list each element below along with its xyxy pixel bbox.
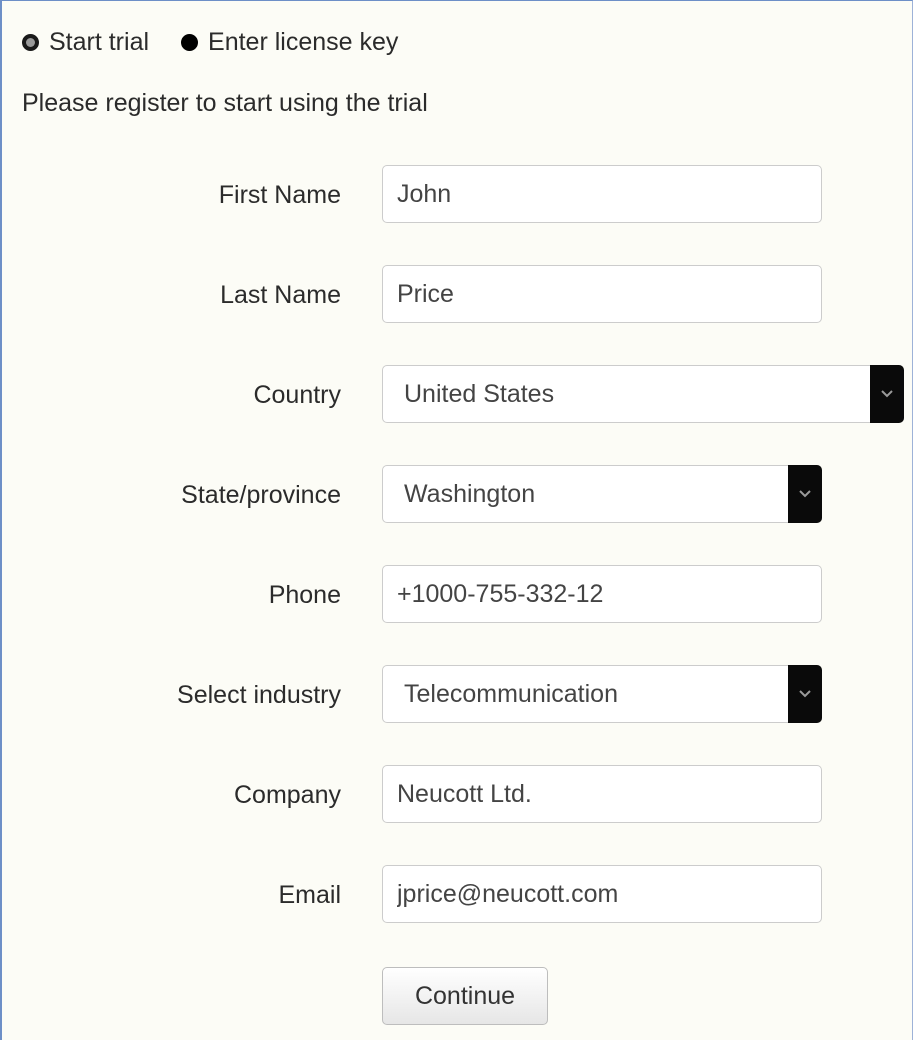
first-name-row: First Name <box>2 165 915 225</box>
email-row: Email <box>2 865 915 925</box>
phone-row: Phone <box>2 565 915 625</box>
enter-license-key-option[interactable]: Enter license key <box>181 28 398 57</box>
mode-radio-group: Start trial Enter license key <box>22 25 430 59</box>
state-select[interactable]: Washington <box>382 465 822 523</box>
industry-select[interactable]: Telecommunication <box>382 665 822 723</box>
last-name-input[interactable] <box>382 265 822 323</box>
company-row: Company <box>2 765 915 825</box>
company-label: Company <box>234 781 341 809</box>
start-trial-label: Start trial <box>49 27 150 56</box>
industry-row: Select industry Telecommunication <box>2 665 915 725</box>
phone-label: Phone <box>268 581 341 609</box>
chevron-down-icon[interactable] <box>788 665 822 723</box>
country-row: Country United States <box>2 365 915 425</box>
phone-input[interactable] <box>382 565 822 623</box>
country-label: Country <box>253 381 341 409</box>
enter-license-key-radio[interactable] <box>181 33 199 51</box>
chevron-down-icon[interactable] <box>870 365 904 423</box>
state-label: State/province <box>181 481 341 509</box>
country-select-value: United States <box>404 380 555 408</box>
last-name-label: Last Name <box>220 281 341 309</box>
state-select-value: Washington <box>404 480 536 508</box>
start-trial-option[interactable]: Start trial <box>22 28 149 57</box>
industry-select-value: Telecommunication <box>404 680 618 708</box>
continue-button[interactable]: Continue <box>382 967 548 1025</box>
register-intro-text: Please register to start using the trial <box>22 89 428 117</box>
email-input[interactable] <box>382 865 822 923</box>
chevron-down-icon[interactable] <box>788 465 822 523</box>
country-select[interactable]: United States <box>382 365 904 423</box>
registration-panel: Start trial Enter license key Please reg… <box>0 0 913 1040</box>
industry-label: Select industry <box>177 681 341 709</box>
first-name-input[interactable] <box>382 165 822 223</box>
email-label: Email <box>278 881 341 909</box>
start-trial-radio[interactable] <box>22 33 39 51</box>
state-row: State/province Washington <box>2 465 915 525</box>
last-name-row: Last Name <box>2 265 915 325</box>
first-name-label: First Name <box>218 181 341 209</box>
enter-license-key-label: Enter license key <box>208 27 399 56</box>
company-input[interactable] <box>382 765 822 823</box>
